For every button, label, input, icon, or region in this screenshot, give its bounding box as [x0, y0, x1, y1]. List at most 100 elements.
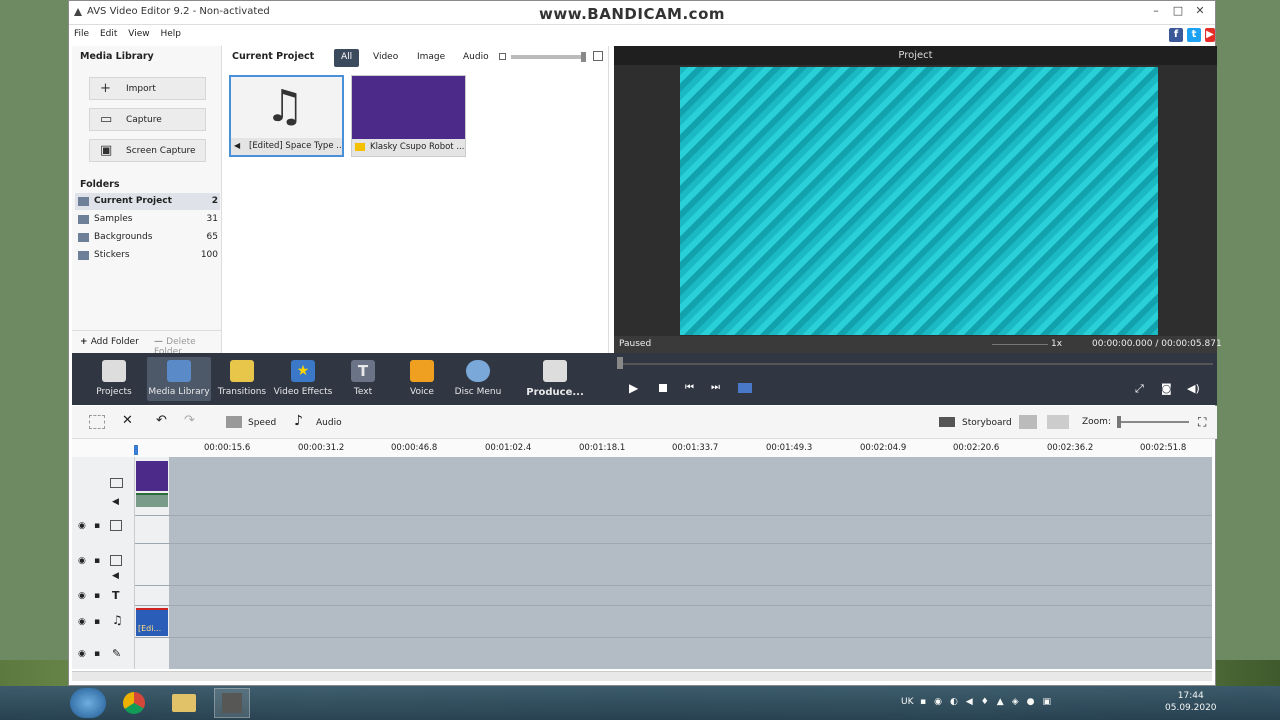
chrome-taskbar-button[interactable]: [116, 688, 152, 718]
thumb-size-slider[interactable]: [511, 52, 586, 62]
ruler-tick: 00:01:49.3: [766, 443, 813, 453]
text-track-icon: T: [112, 589, 120, 602]
track-separator: [135, 637, 1212, 638]
filter-all-tab[interactable]: All: [334, 49, 360, 67]
voice-button[interactable]: Voice: [390, 357, 454, 401]
folder-item-current-project[interactable]: Current Project 2: [75, 193, 220, 210]
next-frame-icon[interactable]: ⏭: [711, 382, 720, 393]
youtube-icon[interactable]: ▶: [1205, 28, 1215, 42]
capture-button[interactable]: ▭ Capture: [89, 108, 206, 131]
filter-video-tab[interactable]: Video: [366, 49, 405, 67]
menu-edit[interactable]: Edit: [95, 25, 120, 39]
eye-icon[interactable]: ◉: [78, 617, 86, 627]
speed-slider[interactable]: [992, 344, 1048, 345]
eye-icon[interactable]: ◉: [78, 591, 86, 601]
media-item-audio[interactable]: ♫ ◀ [Edited] Space Type ...: [229, 75, 344, 157]
mute-icon[interactable]: ◀: [112, 497, 119, 507]
eye-icon[interactable]: ◉: [78, 521, 86, 531]
menu-view[interactable]: View: [123, 25, 152, 39]
speed-button[interactable]: Speed: [248, 418, 276, 428]
projects-button[interactable]: Projects: [82, 357, 146, 401]
fullscreen-icon[interactable]: ⤢: [1135, 382, 1144, 396]
twitter-icon[interactable]: t: [1187, 28, 1201, 42]
split-icon[interactable]: [738, 383, 752, 393]
volume-icon[interactable]: ◀): [1187, 382, 1200, 395]
display-mode-icon[interactable]: [1047, 415, 1069, 429]
small-thumb-icon: [499, 53, 506, 60]
windows-taskbar: UK ▪◉◐◀♦▲◈●▣ 17:44 05.09.2020: [0, 686, 1280, 720]
close-button[interactable]: ✕: [1189, 4, 1211, 20]
camera-icon: ▭: [100, 112, 113, 127]
projects-label: Projects: [96, 387, 132, 397]
minimize-button[interactable]: –: [1145, 4, 1167, 20]
lock-icon[interactable]: ▪: [94, 556, 100, 566]
language-indicator[interactable]: UK: [901, 697, 914, 707]
play-icon[interactable]: ▶: [629, 381, 638, 395]
menu-file[interactable]: File: [69, 25, 92, 39]
folder-item-stickers[interactable]: Stickers 100: [75, 247, 220, 264]
lock-icon[interactable]: ▪: [94, 591, 100, 601]
folder-icon: [78, 197, 89, 206]
snapshot-icon[interactable]: ◙: [1161, 382, 1172, 395]
redo-icon[interactable]: ↷: [184, 413, 195, 428]
seek-handle[interactable]: [617, 357, 623, 369]
slider-handle[interactable]: [581, 52, 586, 62]
folder-item-backgrounds[interactable]: Backgrounds 65: [75, 229, 220, 246]
stop-icon[interactable]: [659, 384, 667, 392]
timeline-scrollbar[interactable]: [72, 671, 1212, 681]
video-audio-waveform[interactable]: [136, 493, 168, 507]
lock-icon[interactable]: ▪: [94, 617, 100, 627]
zoom-handle[interactable]: [1117, 416, 1121, 428]
folder-item-samples[interactable]: Samples 31: [75, 211, 220, 228]
folder-label: Samples: [94, 214, 133, 224]
video-effects-button[interactable]: ★ Video Effects: [271, 357, 335, 401]
large-thumb-icon: [593, 51, 603, 61]
media-item-caption: Klasky Csupo Robot ...: [352, 139, 465, 156]
audio-button[interactable]: Audio: [316, 418, 342, 428]
select-icon[interactable]: [89, 415, 105, 429]
avs-taskbar-button[interactable]: [214, 688, 250, 718]
folder-actions: + Add Folder — Delete Folder: [72, 330, 222, 357]
storyboard-button[interactable]: Storyboard: [962, 418, 1012, 428]
screen-capture-button[interactable]: ▣ Screen Capture: [89, 139, 206, 162]
text-button[interactable]: T Text: [331, 357, 395, 401]
video-clip[interactable]: [136, 461, 168, 491]
eye-icon[interactable]: ◉: [78, 556, 86, 566]
track-separator: [135, 605, 1212, 606]
mute-icon[interactable]: ◀: [112, 571, 119, 581]
undo-icon[interactable]: ↶: [156, 413, 167, 428]
delete-icon[interactable]: ✕: [122, 413, 133, 428]
seek-bar[interactable]: [617, 363, 1213, 365]
fit-icon[interactable]: ⛶: [1198, 415, 1206, 430]
system-clock[interactable]: 17:44 05.09.2020: [1165, 690, 1217, 714]
ruler-tick: 00:00:15.6: [204, 443, 251, 453]
menu-help[interactable]: Help: [155, 25, 184, 39]
eye-icon[interactable]: ◉: [78, 649, 86, 659]
audio-clip[interactable]: [Edi...: [136, 608, 168, 636]
video-track-icon: [110, 478, 123, 488]
explorer-taskbar-button[interactable]: [166, 688, 202, 718]
disc-menu-button[interactable]: Disc Menu: [446, 357, 510, 401]
maximize-button[interactable]: □: [1167, 4, 1189, 20]
media-library-button[interactable]: Media Library: [147, 357, 211, 401]
transitions-button[interactable]: Transitions: [210, 357, 274, 401]
media-item-label: Klasky Csupo Robot ...: [370, 142, 465, 152]
folder-label: Stickers: [94, 250, 130, 260]
voice-track-icon: ✎: [112, 647, 122, 660]
filter-image-tab[interactable]: Image: [410, 49, 452, 67]
system-tray[interactable]: ▪◉◐◀♦▲◈●▣: [920, 697, 1140, 709]
audio-mixer-icon[interactable]: [1019, 415, 1037, 429]
add-folder-button[interactable]: + Add Folder: [80, 337, 139, 347]
filter-audio-tab[interactable]: Audio: [456, 49, 496, 67]
folder-icon: [78, 251, 89, 260]
lock-icon[interactable]: ▪: [94, 649, 100, 659]
produce-button[interactable]: Produce...: [523, 357, 587, 401]
lock-icon[interactable]: ▪: [94, 521, 100, 531]
facebook-icon[interactable]: f: [1169, 28, 1183, 42]
import-button[interactable]: + Import: [89, 77, 206, 100]
media-item-video[interactable]: Klasky Csupo Robot ...: [351, 75, 466, 157]
zoom-slider[interactable]: [1117, 416, 1189, 428]
playhead[interactable]: [134, 445, 138, 455]
start-button[interactable]: [70, 688, 106, 718]
previous-frame-icon[interactable]: ⏮: [685, 382, 694, 393]
